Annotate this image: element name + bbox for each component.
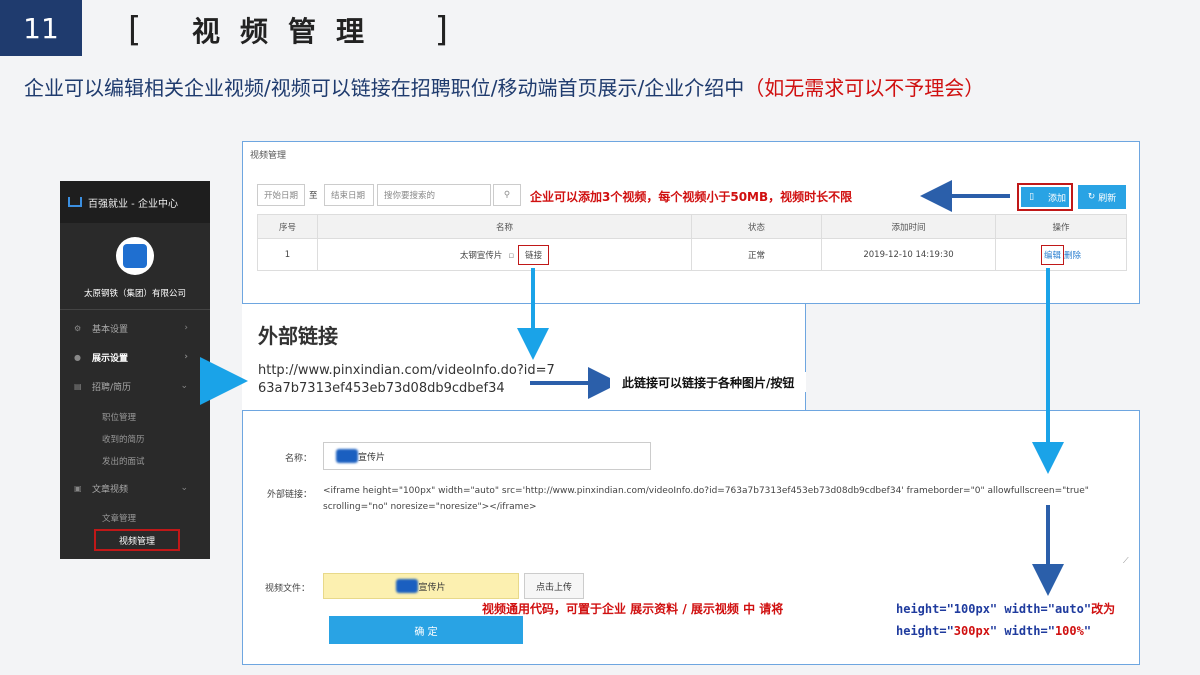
code-after-v1: 300px: [953, 624, 990, 638]
code-note: 视频通用代码，可置于企业 展示资料 / 展示视频 中 请将: [482, 602, 784, 616]
code-change-text: 改为: [1091, 602, 1116, 616]
code-after-h3: ": [1083, 624, 1092, 638]
code-before-text: height="100px" width="auto": [896, 602, 1092, 616]
code-before: height="100px" width="auto"改为: [896, 600, 1115, 617]
code-after: height="300px" width="100%": [896, 624, 1091, 638]
code-after-h1: height=": [896, 624, 954, 638]
link-note: 此链接可以链接于各种图片/按钮: [610, 372, 807, 392]
code-after-h2: " width=": [989, 624, 1055, 638]
code-after-v2: 100%: [1054, 624, 1084, 638]
add-note: 企业可以添加3个视频，每个视频小于50MB，视频时长不限: [530, 190, 853, 204]
annotation-arrows: [200, 180, 1064, 596]
